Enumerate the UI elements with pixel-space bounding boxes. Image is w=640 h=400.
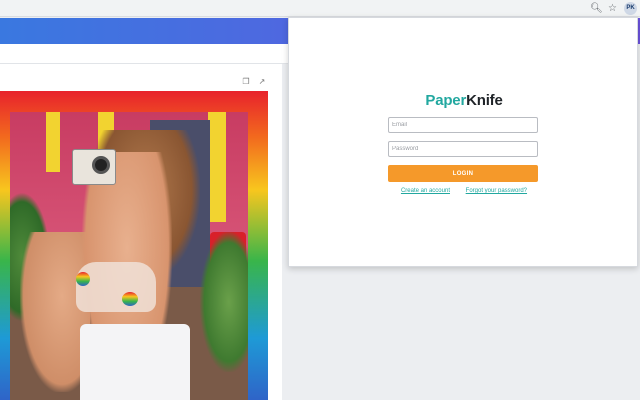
profile-avatar[interactable]: PK xyxy=(624,2,637,15)
share-icon[interactable]: ↗ xyxy=(257,77,267,87)
logo-knife: Knife xyxy=(466,92,503,109)
password-field[interactable] xyxy=(388,141,538,157)
login-button[interactable]: LOGIN xyxy=(388,165,538,182)
star-icon[interactable]: ☆ xyxy=(606,2,619,15)
zoom-icon[interactable]: 🔍︎ xyxy=(590,2,603,15)
forgot-password-link[interactable]: Forgot your password? xyxy=(466,188,527,194)
photo-preview xyxy=(10,112,248,400)
create-account-link[interactable]: Create an account xyxy=(401,188,450,194)
copy-icon[interactable]: ❐ xyxy=(241,77,251,87)
email-field[interactable] xyxy=(388,117,538,133)
login-links: Create an account Forgot your password? xyxy=(289,188,639,194)
site-subheader xyxy=(0,44,288,64)
browser-toolbar: 🔍︎ ☆ PK xyxy=(0,0,640,17)
paperknife-logo: PaperKnife xyxy=(289,92,639,109)
login-popup: PaperKnife LOGIN Create an account Forgo… xyxy=(288,17,638,267)
logo-paper: Paper xyxy=(425,92,467,109)
